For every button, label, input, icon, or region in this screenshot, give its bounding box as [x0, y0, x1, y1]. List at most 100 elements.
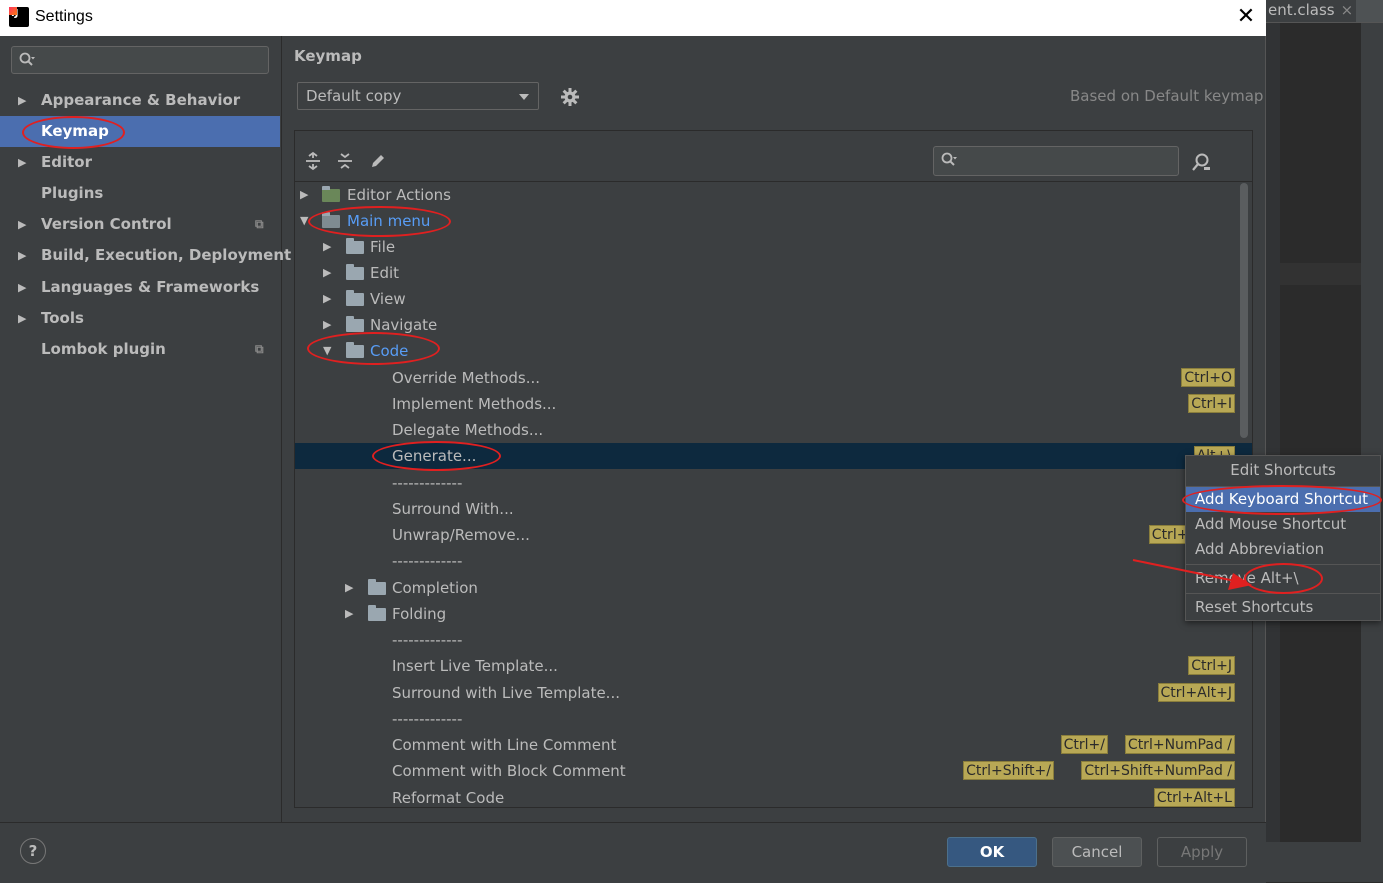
tree-row[interactable]: ▶ Navigate [295, 312, 1252, 338]
sidebar-item-label: Version Control [41, 215, 172, 233]
background-sidebar [1361, 22, 1383, 882]
expand-arrow-icon[interactable]: ▶ [345, 601, 353, 627]
tree-row-label: ------------- [392, 474, 463, 492]
tree-row[interactable]: Reformat Code Ctrl+Alt+L [295, 785, 1252, 807]
sidebar-search-input[interactable] [11, 46, 269, 74]
tree-row[interactable]: ▼ Main menu [295, 208, 1252, 234]
sidebar-item-build-execution-deployment[interactable]: ▶ Build, Execution, Deployment [0, 240, 291, 271]
tree-row-label: Surround with Live Template... [392, 684, 620, 702]
menu-divider [1186, 564, 1380, 565]
sidebar-item-version-control[interactable]: ▶ Version Control ⧉ [0, 209, 280, 240]
expand-arrow-icon[interactable]: ▶ [18, 303, 26, 334]
sidebar-item-label: Tools [41, 309, 84, 327]
tree-row[interactable]: Override Methods... Ctrl+O [295, 365, 1252, 391]
expand-arrow-icon[interactable]: ▶ [323, 312, 331, 338]
background-editor-tab[interactable]: ent.class × [1268, 0, 1353, 20]
sidebar-item-lombok-plugin[interactable]: Lombok plugin ⧉ [0, 334, 280, 365]
dialog-button-bar: ? OK Cancel Apply [0, 822, 1266, 883]
tree-row-label: Completion [392, 579, 478, 597]
expand-arrow-icon[interactable]: ▶ [18, 209, 26, 240]
expand-arrow-icon[interactable]: ▶ [18, 272, 26, 303]
add-keyboard-shortcut-item[interactable]: Add Keyboard Shortcut [1186, 487, 1380, 512]
sidebar-item-appearance-behavior[interactable]: ▶ Appearance & Behavior [0, 85, 280, 116]
edit-pencil-icon[interactable] [368, 151, 388, 171]
tree-row[interactable]: ▶ View [295, 286, 1252, 312]
settings-sidebar: ▶ Appearance & Behavior Keymap ▶ Editor Plugi… [0, 36, 291, 822]
ok-button[interactable]: OK [947, 837, 1037, 867]
settings-dialog: Settings ✕ ▶Appearance & BehaviorKeymap▶… [0, 0, 1266, 883]
tree-row[interactable]: Insert Live Template... Ctrl+J [295, 653, 1252, 679]
background-gutter [1266, 22, 1280, 882]
apply-button[interactable]: Apply [1157, 837, 1247, 867]
collapse-arrow-icon[interactable]: ▼ [300, 208, 308, 234]
help-button[interactable]: ? [20, 838, 46, 864]
sidebar-item-label: Lombok plugin [41, 340, 166, 358]
background-tab-label: ent.class [1268, 1, 1335, 19]
tree-row-label: Folding [392, 605, 447, 623]
gear-icon[interactable] [559, 86, 581, 108]
tree-row-label: Override Methods... [392, 369, 541, 387]
close-icon[interactable]: × [1341, 1, 1354, 19]
folder-icon [368, 605, 386, 621]
tree-row[interactable]: ▶ Edit [295, 260, 1252, 286]
tree-row-label: Delegate Methods... [392, 421, 544, 439]
tree-row[interactable]: Unwrap/Remove...Ctrl+Shift+ [295, 522, 1252, 548]
collapse-arrow-icon[interactable]: ▼ [323, 338, 331, 364]
project-level-icon: ⧉ [255, 342, 264, 356]
background-tab-icon[interactable] [1356, 0, 1383, 22]
expand-all-icon[interactable] [303, 151, 323, 171]
page-title: Keymap [294, 47, 362, 65]
close-icon[interactable]: ✕ [1234, 6, 1258, 30]
tree-row[interactable]: Surround with Live Template... Ctrl+Alt+J [295, 680, 1252, 706]
tree-row[interactable]: Delegate Methods... [295, 417, 1252, 443]
sidebar-item-keymap[interactable]: Keymap [0, 116, 280, 147]
tree-row[interactable]: Comment with Line Comment Ctrl+NumPad / Ct… [295, 732, 1252, 758]
tree-row-label: Insert Live Template... [392, 657, 558, 675]
expand-arrow-icon[interactable]: ▶ [323, 286, 331, 312]
tree-row-label: ------------- [392, 710, 463, 728]
add-mouse-shortcut-item[interactable]: Add Mouse Shortcut [1186, 512, 1380, 537]
sidebar-item-languages-frameworks[interactable]: ▶ Languages & Frameworks [0, 272, 280, 303]
tree-row-label: Edit [370, 264, 400, 282]
expand-arrow-icon[interactable]: ▶ [18, 240, 26, 271]
tree-row[interactable]: ▶ File [295, 234, 1252, 260]
tree-toolbar [295, 131, 1252, 182]
expand-arrow-icon[interactable]: ▶ [300, 182, 308, 208]
keymap-dropdown-value: Default copy [306, 87, 402, 105]
expand-arrow-icon[interactable]: ▶ [18, 147, 26, 178]
tree-row[interactable]: Generate...Alt+\ [295, 443, 1252, 469]
expand-arrow-icon[interactable]: ▶ [18, 85, 26, 116]
tree-row[interactable]: Comment with Block Comment Ctrl+Shift+Num… [295, 758, 1252, 784]
expand-arrow-icon[interactable]: ▶ [323, 260, 331, 286]
filter-search-input[interactable] [933, 146, 1179, 176]
keymap-dropdown[interactable]: Default copy [297, 82, 539, 110]
editor-actions-icon [322, 186, 340, 202]
remove-shortcut-item[interactable]: Remove Alt+\ [1186, 566, 1380, 591]
title-bar: Settings ✕ [0, 0, 1266, 36]
sidebar-item-editor[interactable]: ▶ Editor [0, 147, 280, 178]
sidebar-item-plugins[interactable]: Plugins [0, 178, 280, 209]
shortcut-badge: Ctrl+I [1188, 394, 1235, 413]
tree-row[interactable]: ▼ Code [295, 338, 1252, 364]
collapse-all-icon[interactable] [335, 151, 355, 171]
expand-arrow-icon[interactable]: ▶ [345, 575, 353, 601]
expand-arrow-icon[interactable]: ▶ [323, 234, 331, 260]
cancel-button[interactable]: Cancel [1052, 837, 1142, 867]
reset-shortcuts-item[interactable]: Reset Shortcuts [1186, 595, 1380, 620]
tree-row[interactable]: Surround With...Ctrl [295, 496, 1252, 522]
find-by-shortcut-icon[interactable] [1190, 151, 1212, 173]
tree-scrollbar[interactable] [1240, 183, 1248, 438]
tree-row[interactable]: ▶ Folding [295, 601, 1252, 627]
folder-icon [346, 316, 364, 332]
folder-icon [368, 579, 386, 595]
tree-row[interactable]: ▶ Editor Actions [295, 182, 1252, 208]
add-abbreviation-item[interactable]: Add Abbreviation [1186, 537, 1380, 562]
tree-row-label: Reformat Code [392, 789, 505, 807]
tree-row-label: Main menu [347, 212, 431, 230]
window-title: Settings [35, 8, 93, 25]
tree-row[interactable]: Implement Methods... Ctrl+I [295, 391, 1252, 417]
tree-row[interactable]: ▶ Completion [295, 575, 1252, 601]
chevron-down-icon [519, 94, 529, 100]
tree-row-label: File [370, 238, 396, 256]
sidebar-item-tools[interactable]: ▶ Tools [0, 303, 280, 334]
